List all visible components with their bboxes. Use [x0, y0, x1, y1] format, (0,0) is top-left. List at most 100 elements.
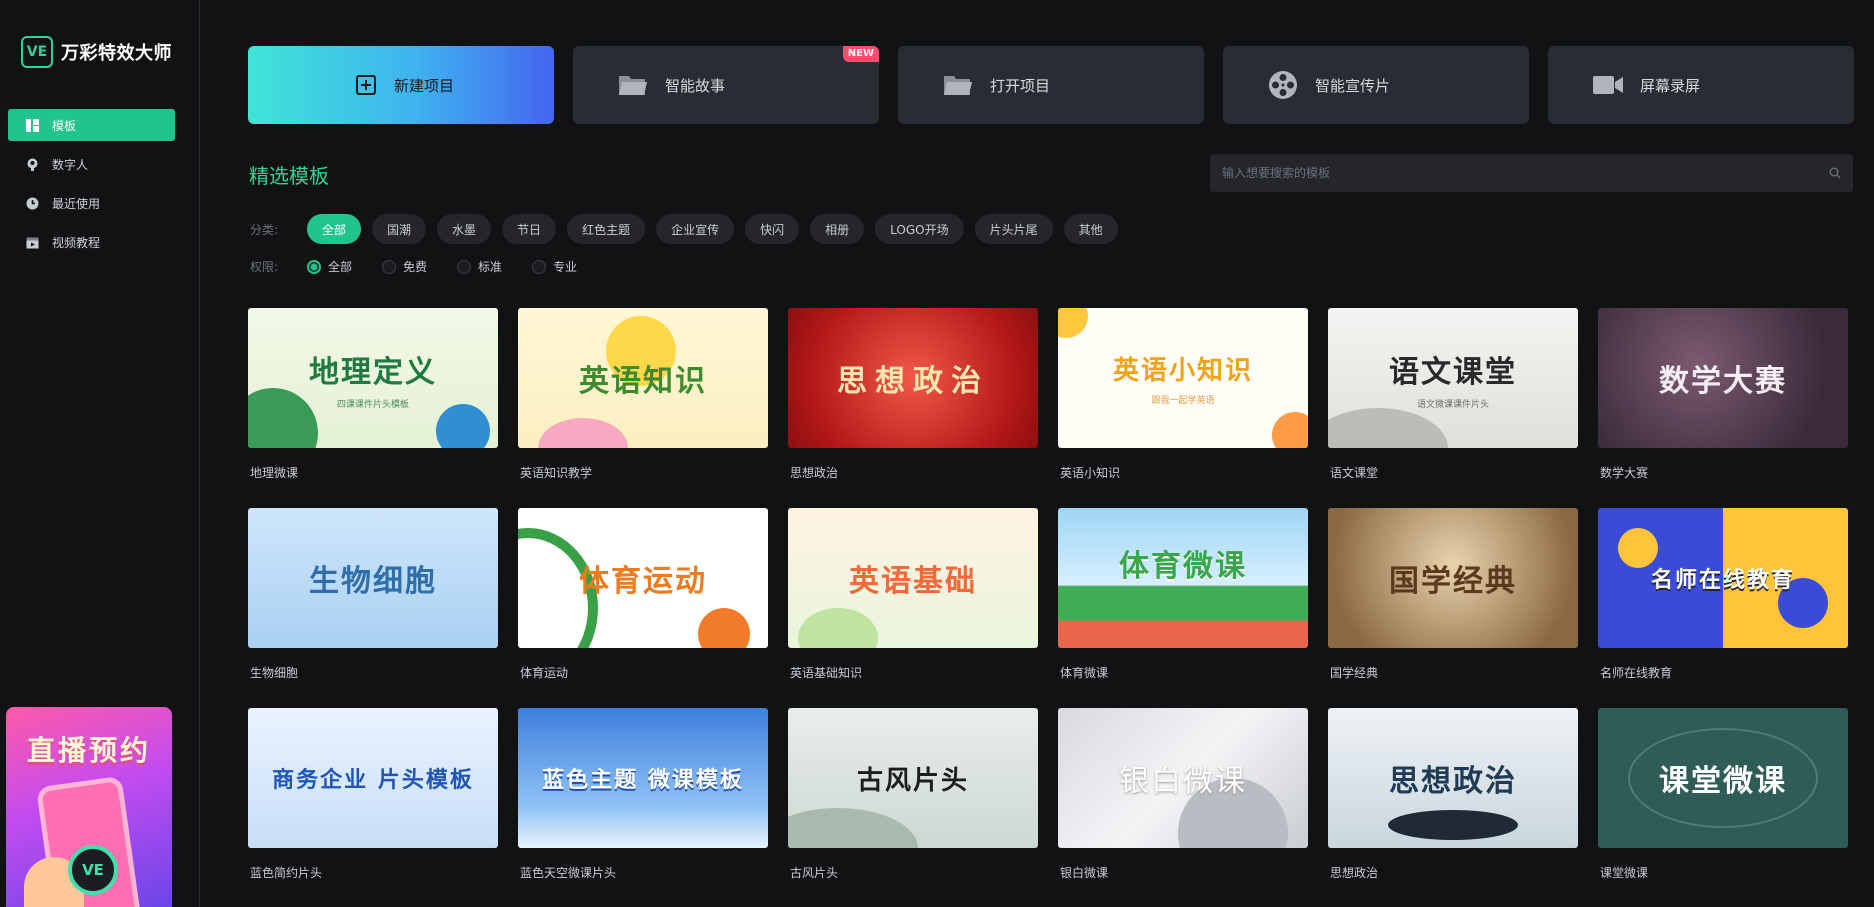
- permission-radio-free[interactable]: 免费: [382, 258, 427, 275]
- template-name: 银白微课: [1060, 866, 1109, 880]
- template-name: 古风片头: [790, 866, 839, 880]
- search-input[interactable]: [1222, 166, 1802, 180]
- radio-unchecked-icon: [457, 259, 472, 274]
- template-card[interactable]: 英语基础 英语基础知识: [788, 508, 1038, 681]
- thumbnail-title: 名师在线教育: [1650, 568, 1795, 593]
- thumbnail-title: 英语小知识: [1112, 356, 1253, 386]
- category-label: 分类:: [250, 222, 279, 237]
- template-card[interactable]: 地理定义 四课课件片头模板 地理微课: [248, 308, 498, 481]
- category-chip-all[interactable]: 全部: [307, 214, 362, 244]
- sidebar-item-label: 最近使用: [52, 196, 101, 211]
- template-thumbnail: 蓝色主题 微课模板: [518, 708, 768, 848]
- template-name: 地理微课: [250, 466, 299, 480]
- template-card[interactable]: 体育微课 体育微课: [1058, 508, 1308, 681]
- category-chip-album[interactable]: 相册: [810, 214, 865, 244]
- thumbnail-title: 英语基础: [849, 564, 977, 599]
- open-project-button[interactable]: 打开项目: [898, 46, 1204, 124]
- template-card[interactable]: 古风片头 古风片头: [788, 708, 1038, 881]
- featured-templates-title: 精选模板: [249, 164, 329, 188]
- search-icon[interactable]: [1829, 164, 1841, 183]
- permission-radio-standard[interactable]: 标准: [457, 258, 502, 275]
- thumbnail-title: 商务企业 片头模板: [272, 768, 474, 793]
- template-thumbnail: 名师在线教育: [1598, 508, 1848, 648]
- template-thumbnail: 古风片头: [788, 708, 1038, 848]
- template-card[interactable]: 国学经典 国学经典: [1328, 508, 1578, 681]
- thumbnail-title: 数学大赛: [1659, 364, 1787, 399]
- plus-square-icon: [348, 67, 384, 103]
- ve-logo-icon: VE: [21, 36, 53, 68]
- template-card[interactable]: 课堂微课 课堂微课: [1598, 708, 1848, 881]
- category-chip-guochao[interactable]: 国潮: [372, 214, 427, 244]
- thumbnail-title: 生物细胞: [309, 564, 437, 599]
- sidebar-item-templates[interactable]: 模板: [8, 109, 175, 141]
- category-chip-corporate[interactable]: 企业宣传: [656, 214, 735, 244]
- smart-story-button[interactable]: 智能故事 NEW: [573, 46, 879, 124]
- template-card[interactable]: 体育运动 体育运动: [518, 508, 768, 681]
- template-card[interactable]: 思想政治 思想政治: [1328, 708, 1578, 881]
- category-chip-logo-intro[interactable]: LOGO开场: [875, 214, 964, 244]
- template-card[interactable]: 商务企业 片头模板 蓝色简约片头: [248, 708, 498, 881]
- new-badge: NEW: [842, 46, 879, 62]
- new-project-button[interactable]: 新建项目: [248, 46, 554, 124]
- video-camera-icon: [1590, 67, 1626, 103]
- category-filter: 分类: 全部 国潮 水墨 节日 红色主题 企业宣传 快闪 相册 LOGO开场 片…: [250, 214, 1129, 244]
- template-card[interactable]: 思想政治 思想政治: [788, 308, 1038, 481]
- sidebar: VE 万彩特效大师 模板 数字人 最近使用 视频教程 直播预约 VE: [0, 0, 200, 907]
- template-thumbnail: 国学经典: [1328, 508, 1578, 648]
- template-thumbnail: 地理定义 四课课件片头模板: [248, 308, 498, 448]
- app-name: 万彩特效大师: [61, 43, 172, 64]
- template-thumbnail: 银白微课: [1058, 708, 1308, 848]
- action-label: 打开项目: [990, 76, 1051, 95]
- clock-icon: [25, 196, 39, 210]
- template-card[interactable]: 生物细胞 生物细胞: [248, 508, 498, 681]
- template-card[interactable]: 英语知识 英语知识教学: [518, 308, 768, 481]
- thumbnail-title: 思想政治: [837, 364, 989, 399]
- action-label: 智能故事: [665, 76, 726, 95]
- permission-filter: 权限: 全部 免费 标准 专业: [250, 258, 607, 275]
- screen-record-button[interactable]: 屏幕录屏: [1548, 46, 1854, 124]
- template-card[interactable]: 银白微课 银白微课: [1058, 708, 1308, 881]
- template-card[interactable]: 名师在线教育 名师在线教育: [1598, 508, 1848, 681]
- sidebar-item-video-tutorial[interactable]: 视频教程: [8, 226, 175, 258]
- thumbnail-title: 课堂微课: [1659, 764, 1787, 799]
- category-chip-other[interactable]: 其他: [1063, 214, 1118, 244]
- template-thumbnail: 思想政治: [788, 308, 1038, 448]
- template-thumbnail: 商务企业 片头模板: [248, 708, 498, 848]
- template-name: 语文课堂: [1330, 466, 1379, 480]
- template-name: 课堂微课: [1600, 866, 1649, 880]
- sidebar-item-recent[interactable]: 最近使用: [8, 187, 175, 219]
- template-name: 英语小知识: [1060, 466, 1121, 480]
- template-thumbnail: 课堂微课: [1598, 708, 1848, 848]
- template-name: 生物细胞: [250, 666, 299, 680]
- thumbnail-title: 地理定义: [309, 354, 437, 390]
- category-chip-festival[interactable]: 节日: [502, 214, 557, 244]
- template-card[interactable]: 数学大赛 数学大赛: [1598, 308, 1848, 481]
- radio-label: 全部: [328, 260, 353, 274]
- smart-promo-video-button[interactable]: 智能宣传片: [1223, 46, 1529, 124]
- film-reel-icon: [1265, 67, 1301, 103]
- thumbnail-title: 蓝色主题 微课模板: [542, 768, 744, 793]
- brand: VE 万彩特效大师: [21, 36, 172, 68]
- thumbnail-subtitle: 语文微课课件片头: [1416, 399, 1489, 410]
- sidebar-item-digital-human[interactable]: 数字人: [8, 148, 175, 180]
- live-booking-promo-banner[interactable]: 直播预约 VE: [6, 707, 172, 907]
- template-name: 英语知识教学: [520, 466, 593, 480]
- thumbnail-title: 古风片头: [856, 765, 969, 796]
- template-thumbnail: 语文课堂 语文微课课件片头: [1328, 308, 1578, 448]
- template-name: 数学大赛: [1600, 466, 1649, 480]
- permission-radio-pro[interactable]: 专业: [532, 258, 577, 275]
- folder-icon: [615, 67, 651, 103]
- category-chip-intro-outro[interactable]: 片头片尾: [974, 214, 1053, 244]
- sidebar-item-label: 数字人: [52, 157, 89, 172]
- template-name: 体育微课: [1060, 666, 1109, 680]
- category-chip-red-theme[interactable]: 红色主题: [567, 214, 646, 244]
- template-card[interactable]: 英语小知识 跟我一起学英语 英语小知识: [1058, 308, 1308, 481]
- radio-label: 标准: [478, 260, 503, 274]
- permission-radio-all[interactable]: 全部: [307, 258, 352, 275]
- category-chip-flash[interactable]: 快闪: [745, 214, 800, 244]
- category-chip-ink[interactable]: 水墨: [437, 214, 492, 244]
- template-search[interactable]: [1210, 154, 1853, 192]
- template-thumbnail: 英语基础: [788, 508, 1038, 648]
- template-card[interactable]: 语文课堂 语文微课课件片头 语文课堂: [1328, 308, 1578, 481]
- template-card[interactable]: 蓝色主题 微课模板 蓝色天空微课片头: [518, 708, 768, 881]
